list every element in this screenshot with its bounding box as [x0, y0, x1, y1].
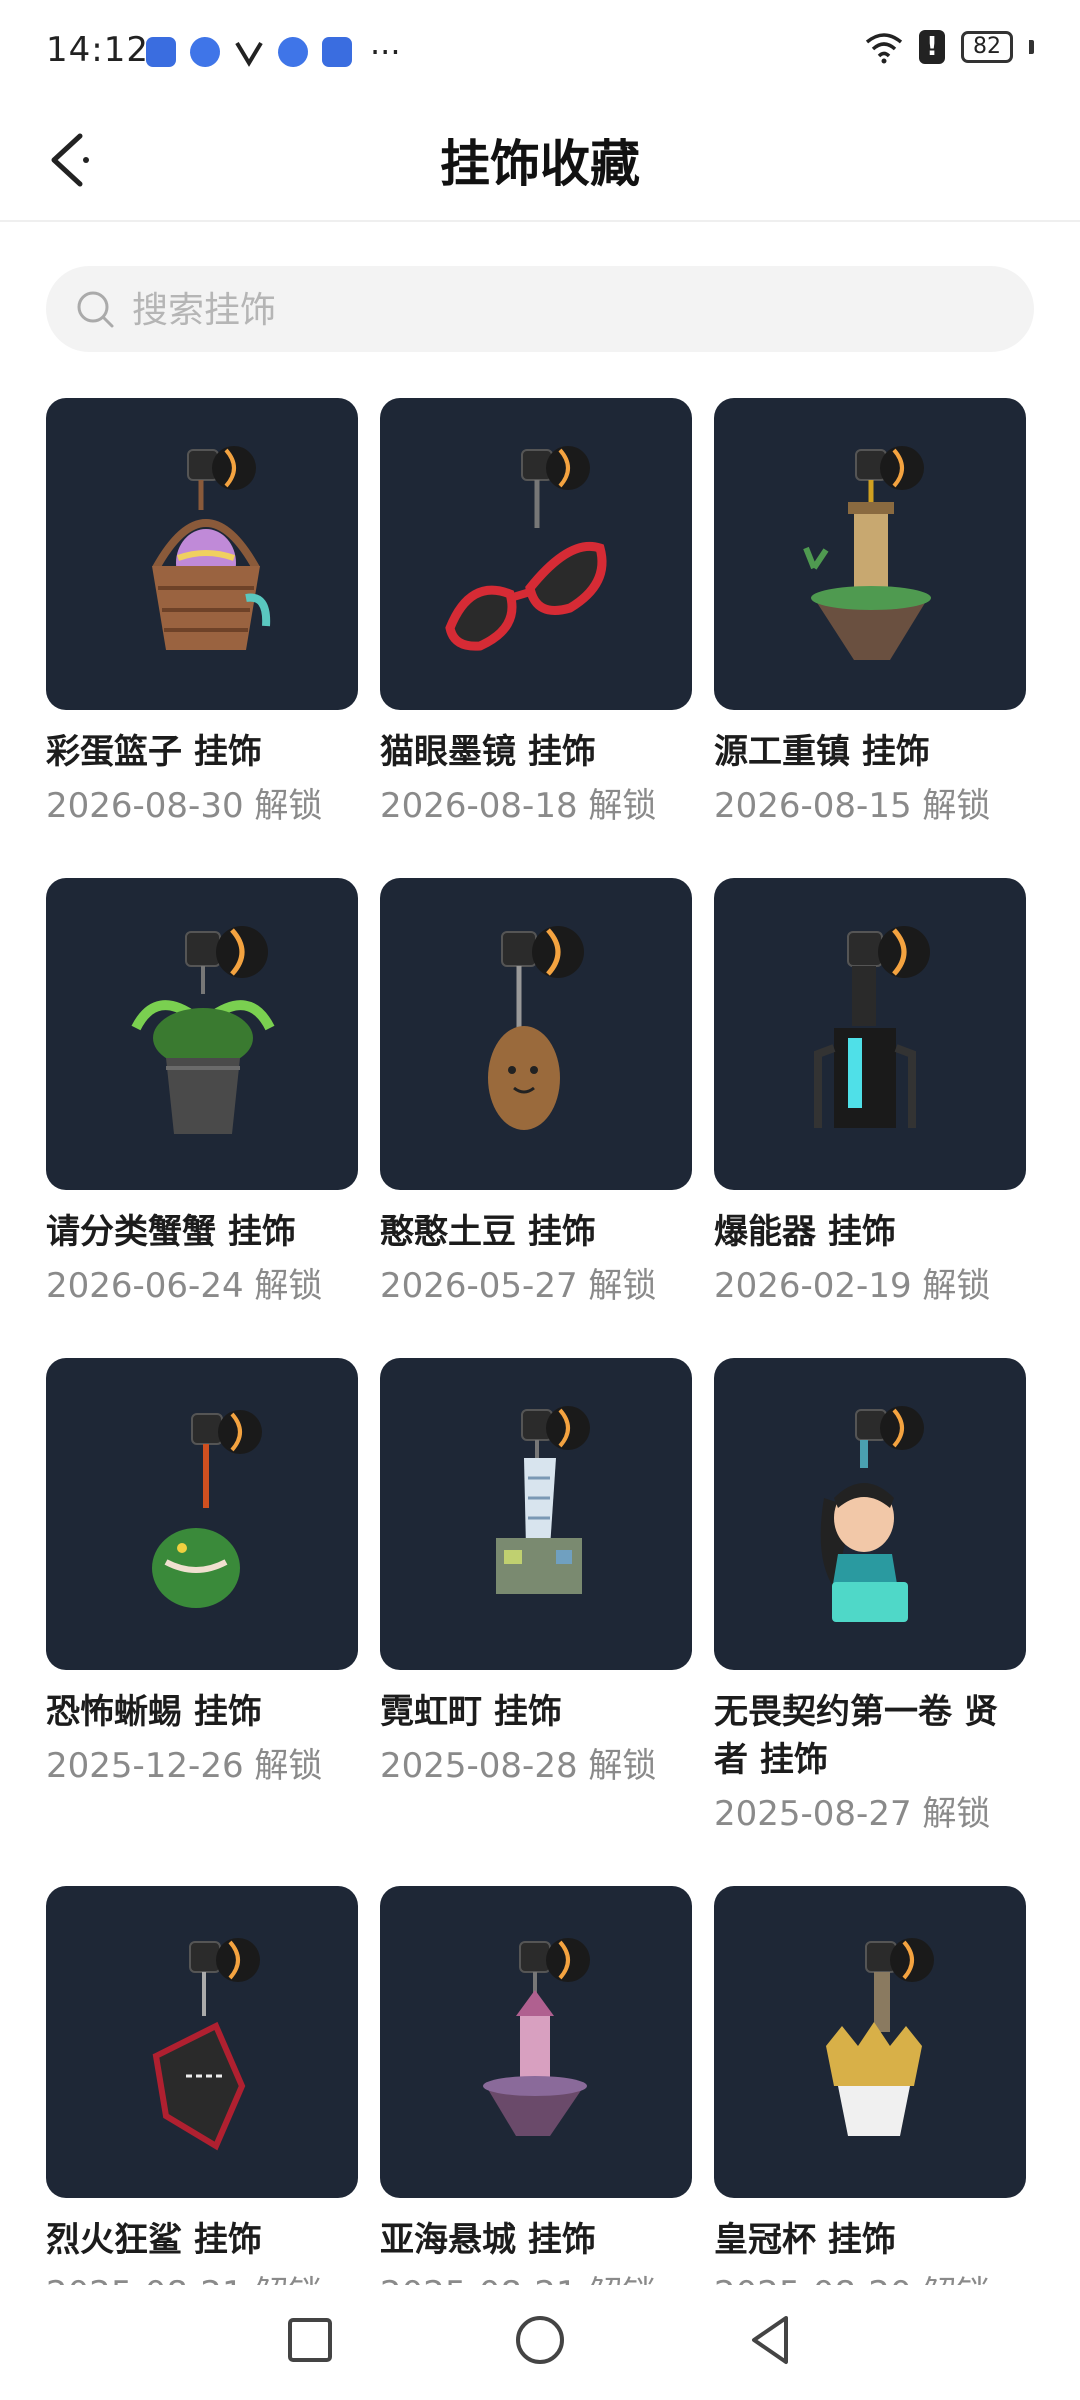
charm-name: 彩蛋篮子 挂饰	[46, 732, 262, 772]
charm-card[interactable]: 憨憨土豆 挂饰 2026-05-27 解锁	[380, 878, 692, 1310]
charm-name: 恐怖蜥蜴 挂饰	[46, 1692, 262, 1732]
charm-card[interactable]: 爆能器 挂饰 2026-02-19 解锁	[714, 878, 1026, 1310]
unlock-date: 2026-06-24 解锁	[46, 1266, 323, 1306]
charm-card[interactable]: 无畏契约第一卷 贤者 挂饰 2025-08-27 解锁	[714, 1358, 1026, 1838]
charm-card[interactable]: 猫眼墨镜 挂饰 2026-08-18 解锁	[380, 398, 692, 830]
charm-name: 无畏契约第一卷 贤者 挂饰	[714, 1692, 998, 1780]
floating-castle-charm-icon	[483, 1938, 590, 2136]
charm-thumbnail	[380, 878, 692, 1190]
potato-charm-icon	[488, 926, 584, 1130]
neon-town-charm-icon	[496, 1406, 590, 1594]
floating-island-town-charm-icon	[803, 446, 931, 660]
status-time: 14:12	[46, 30, 149, 70]
more-notifications-icon: ···	[370, 33, 401, 71]
charm-thumbnail	[46, 1358, 358, 1670]
charm-thumbnail	[46, 398, 358, 710]
charm-thumbnail	[714, 1358, 1026, 1670]
charm-name: 憨憨土豆 挂饰	[380, 1212, 596, 1252]
header: 挂饰收藏	[0, 100, 1080, 222]
charm-name: 亚海悬城 挂饰	[380, 2220, 596, 2260]
charm-card[interactable]: 霓虹町 挂饰 2025-08-28 解锁	[380, 1358, 692, 1790]
charm-card[interactable]: 烈火狂鲨 挂饰 2025-08-21 解锁	[46, 1886, 358, 2318]
charm-thumbnail	[714, 398, 1026, 710]
back-nav-button[interactable]	[740, 2310, 800, 2370]
page-title: 挂饰收藏	[440, 135, 640, 193]
charm-thumbnail	[380, 1886, 692, 2198]
sage-figure-charm-icon	[820, 1406, 924, 1622]
charm-thumbnail	[46, 878, 358, 1190]
unlock-date: 2025-08-28 解锁	[380, 1746, 657, 1786]
recent-apps-button[interactable]	[280, 2310, 340, 2370]
unlock-date: 2026-08-18 解锁	[380, 786, 657, 826]
system-icons: ! 82	[865, 30, 1034, 64]
charm-card[interactable]: 请分类蟹蟹 挂饰 2026-06-24 解锁	[46, 878, 358, 1310]
cat-eye-sunglasses-charm-icon	[445, 446, 607, 651]
charm-thumbnail	[46, 1886, 358, 2198]
alert-icon: !	[919, 30, 945, 64]
battery-indicator: 82	[961, 31, 1013, 63]
charm-name: 霓虹町 挂饰	[380, 1692, 562, 1732]
charm-card[interactable]: 恐怖蜥蜴 挂饰 2025-12-26 解锁	[46, 1358, 358, 1790]
charm-name: 皇冠杯 挂饰	[714, 2220, 896, 2260]
charm-thumbnail	[380, 1358, 692, 1670]
charm-name: 爆能器 挂饰	[714, 1212, 896, 1252]
egg-basket-charm-icon	[152, 446, 271, 650]
charm-card[interactable]: 源工重镇 挂饰 2026-08-15 解锁	[714, 398, 1026, 830]
charm-card[interactable]: 皇冠杯 挂饰 2025-08-20 解锁	[714, 1886, 1026, 2318]
app-dot-icon	[273, 32, 313, 72]
crown-cup-charm-icon	[826, 1938, 934, 2136]
charm-card[interactable]: 亚海悬城 挂饰 2025-08-21 解锁	[380, 1886, 692, 2318]
home-button[interactable]	[510, 2310, 570, 2370]
unlock-date: 2026-08-30 解锁	[46, 786, 323, 826]
v-app-icon	[235, 41, 263, 67]
unlock-date: 2026-05-27 解锁	[380, 1266, 657, 1306]
charm-thumbnail	[380, 398, 692, 710]
search-bar[interactable]	[46, 266, 1034, 354]
charm-name: 请分类蟹蟹 挂饰	[46, 1212, 296, 1252]
unlock-date: 2026-08-15 解锁	[714, 786, 991, 826]
status-bar: 14:12 ··· ! 82	[0, 0, 1080, 100]
shield-app-icon	[146, 37, 176, 67]
blaster-charm-icon	[814, 926, 930, 1128]
notification-icons: ···	[146, 32, 401, 72]
shield-app-icon	[322, 37, 352, 67]
charm-name: 烈火狂鲨 挂饰	[46, 2220, 262, 2260]
search-input[interactable]	[130, 266, 1014, 354]
search-icon	[77, 291, 114, 328]
unlock-date: 2026-02-19 解锁	[714, 1266, 991, 1306]
unlock-date: 2025-12-26 解锁	[46, 1746, 323, 1786]
charm-name: 源工重镇 挂饰	[714, 732, 930, 772]
charm-card[interactable]: 彩蛋篮子 挂饰 2026-08-30 解锁	[46, 398, 358, 830]
crab-bucket-charm-icon	[131, 926, 275, 1134]
fire-shark-charm-icon	[152, 1938, 260, 2151]
battery-tip	[1029, 40, 1034, 54]
charm-thumbnail	[714, 878, 1026, 1190]
app-dot-icon	[185, 32, 225, 72]
wifi-icon	[865, 33, 903, 64]
green-lizard-charm-icon	[152, 1410, 262, 1608]
charm-thumbnail	[714, 1886, 1026, 2198]
charm-name: 猫眼墨镜 挂饰	[380, 732, 596, 772]
unlock-date: 2025-08-27 解锁	[714, 1794, 991, 1834]
